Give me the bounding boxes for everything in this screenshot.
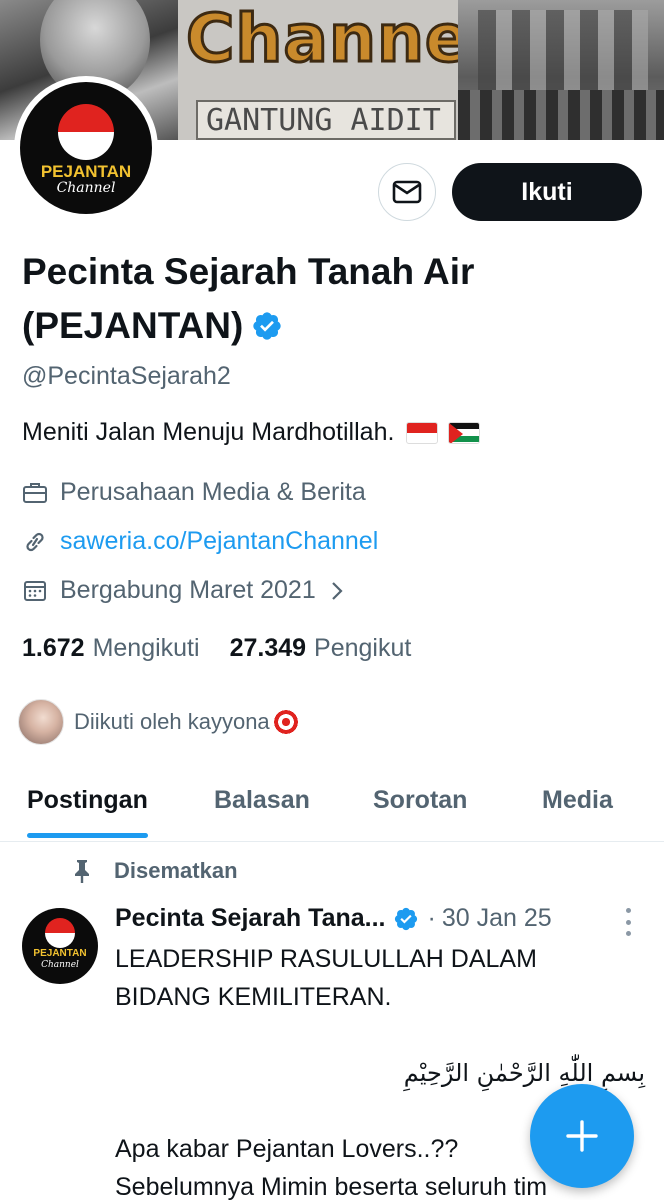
pinned-indicator: Disematkan <box>72 858 238 884</box>
following-link[interactable]: 1.672 Mengikuti <box>22 634 200 663</box>
flag-logo-icon <box>58 104 114 160</box>
post-date[interactable]: 30 Jan 25 <box>442 904 552 933</box>
post-line: LEADERSHIP RASULULLAH DALAM <box>115 945 537 973</box>
post-separator: · <box>427 904 436 932</box>
profile-tabs: Postingan Balasan Sorotan Media <box>0 770 664 842</box>
bio-text: Meniti Jalan Menuju Mardhotillah. <box>22 418 395 446</box>
flag-logo-icon <box>45 918 75 948</box>
link-icon <box>26 532 44 551</box>
profile-join-date[interactable]: Bergabung Maret 2021 <box>22 576 356 605</box>
avatar-brand-text: PEJANTAN <box>40 162 132 181</box>
website-link[interactable]: saweria.co/PejantanChannel <box>60 527 378 556</box>
tab-label: Balasan <box>214 786 310 814</box>
target-emoji-icon <box>271 708 300 736</box>
post-line-blank <box>115 1016 645 1054</box>
tab-sorotan[interactable]: Sorotan <box>373 770 467 842</box>
tab-balasan[interactable]: Balasan <box>214 770 310 842</box>
chevron-right-icon <box>331 581 343 600</box>
post-author-name[interactable]: Pecinta Sejarah Tana... <box>115 904 385 933</box>
follow-stats: 1.672 Mengikuti 27.349 Pengikut <box>22 634 441 663</box>
following-label: Mengikuti <box>92 634 200 662</box>
post-author-avatar[interactable]: PEJANTAN Channel <box>22 908 98 984</box>
post-avatar-brand-text: PEJANTAN <box>33 948 87 959</box>
message-button[interactable] <box>378 163 436 221</box>
join-date-text: Bergabung Maret 2021 <box>60 576 316 604</box>
category-text: Perusahaan Media & Berita <box>60 478 366 506</box>
post-avatar-script-text: Channel <box>41 960 79 970</box>
followers-count: 27.349 <box>229 634 307 662</box>
verified-badge-icon <box>393 906 419 932</box>
banner-photo-middle: Channel GANTUNG AIDIT <box>178 0 495 140</box>
profile-category: Perusahaan Media & Berita <box>22 478 366 507</box>
follow-button[interactable]: Ikuti <box>452 163 642 221</box>
profile-handle: @PecintaSejarah2 <box>22 362 231 390</box>
palestine-flag-icon <box>448 421 481 444</box>
tab-label: Postingan <box>27 786 148 814</box>
following-count: 1.672 <box>22 634 85 662</box>
compose-button[interactable] <box>530 1084 634 1188</box>
indonesia-flag-icon <box>406 421 439 444</box>
profile-bio: Meniti Jalan Menuju Mardhotillah. <box>22 418 481 447</box>
post-line: BIDANG KEMILITERAN. <box>115 983 392 1011</box>
more-options-icon[interactable] <box>618 908 638 936</box>
pin-icon <box>75 860 89 883</box>
banner-title: Channel <box>184 0 495 77</box>
pinned-label: Disematkan <box>114 858 238 883</box>
verified-badge-icon <box>251 303 283 357</box>
briefcase-icon <box>23 482 47 503</box>
tab-label: Sorotan <box>373 786 468 814</box>
profile-website[interactable]: saweria.co/PejantanChannel <box>22 527 378 556</box>
calendar-icon <box>24 580 46 601</box>
followed-by-text: Diikuti oleh kayyona <box>74 709 270 734</box>
profile-avatar[interactable]: PEJANTAN Channel <box>14 76 158 220</box>
profile-name-text: Pecinta Sejarah Tanah Air (PEJANTAN) <box>22 251 475 346</box>
post-header: Pecinta Sejarah Tana... · 30 Jan 25 <box>115 904 552 933</box>
followers-link[interactable]: 27.349 Pengikut <box>230 634 412 663</box>
tab-label: Media <box>542 786 613 814</box>
banner-photo-right <box>458 0 664 140</box>
follower-avatar <box>18 699 64 745</box>
active-tab-indicator <box>27 833 148 838</box>
followed-by[interactable]: Diikuti oleh kayyona <box>18 699 300 745</box>
envelope-icon <box>392 180 422 204</box>
plus-icon <box>566 1120 598 1152</box>
tab-media[interactable]: Media <box>542 770 613 842</box>
followers-label: Pengikut <box>314 634 412 662</box>
avatar-script-text: Channel <box>56 180 116 196</box>
banner-sign: GANTUNG AIDIT <box>196 100 456 140</box>
tab-postingan[interactable]: Postingan <box>27 770 148 842</box>
profile-name: Pecinta Sejarah Tanah Air (PEJANTAN) <box>22 245 642 357</box>
